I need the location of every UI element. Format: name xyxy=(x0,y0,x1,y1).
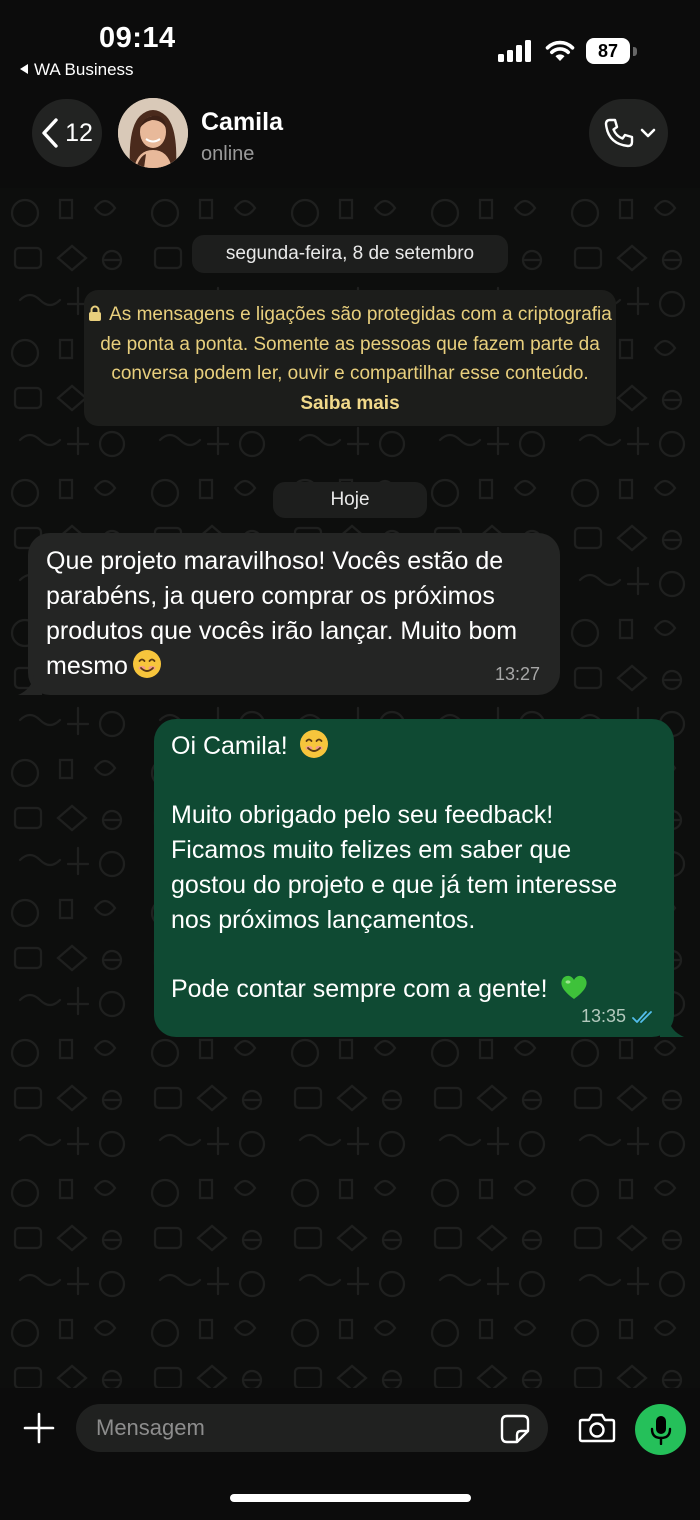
back-to-app-link[interactable]: WA Business xyxy=(20,60,134,80)
message-time: 13:27 xyxy=(494,664,540,684)
battery-level: 87 xyxy=(586,38,630,64)
message-text: Que projeto maravilhoso! Vocês estão de … xyxy=(46,544,546,684)
cellular-signal-icon xyxy=(498,40,531,62)
encryption-notice[interactable]: As mensagens e ligações são protegidas c… xyxy=(84,290,616,426)
incoming-message[interactable]: Que projeto maravilhoso! Vocês estão de … xyxy=(18,533,560,695)
sticker-icon[interactable] xyxy=(499,1413,531,1445)
chevron-down-icon xyxy=(640,128,655,138)
message-time: 13:35 xyxy=(580,1006,626,1026)
battery-indicator: 87 xyxy=(586,38,638,64)
back-triangle-icon xyxy=(20,64,28,74)
wifi-icon xyxy=(545,40,575,61)
greeting-text: Oi Camila! xyxy=(171,732,288,760)
message-line: Ficamos muito felizes em saber que xyxy=(171,836,572,864)
plus-icon[interactable] xyxy=(22,1411,56,1445)
today-separator: Hoje xyxy=(273,482,427,518)
call-button[interactable] xyxy=(589,99,668,167)
smiling-face-emoji xyxy=(299,730,328,758)
message-closing: Pode contar sempre com a gente! xyxy=(171,972,656,1007)
contact-avatar[interactable] xyxy=(118,98,188,168)
green-heart-emoji xyxy=(560,975,587,999)
message-input[interactable] xyxy=(76,1404,548,1452)
home-indicator[interactable] xyxy=(230,1494,471,1502)
phone-icon xyxy=(604,118,633,148)
chevron-left-icon xyxy=(42,118,58,148)
message-meta: 13:35 xyxy=(581,1006,656,1027)
microphone-icon xyxy=(650,1415,671,1445)
bubble-tail xyxy=(660,1017,684,1037)
lock-icon xyxy=(89,305,102,321)
contact-name[interactable]: Camila xyxy=(201,108,283,137)
outgoing-message[interactable]: Oi Camila! Muito obrigado pelo seu feedb… xyxy=(154,719,684,1037)
date-separator: segunda-feira, 8 de setembro xyxy=(192,235,508,273)
status-time: 09:14 xyxy=(99,22,176,54)
back-app-label: WA Business xyxy=(34,60,134,79)
back-button[interactable]: 12 xyxy=(32,99,102,167)
double-check-icon xyxy=(632,1010,652,1023)
message-line: gostou do projeto e que já tem interesse xyxy=(171,871,618,899)
smiling-face-emoji xyxy=(132,650,161,678)
contact-status: online xyxy=(201,143,255,165)
top-bar: 09:14 WA Business 87 12 Camila online xyxy=(0,0,700,188)
avatar-photo xyxy=(118,98,188,168)
message-line: nos próximos lançamentos. xyxy=(171,906,476,934)
message-body: Que projeto maravilhoso! Vocês estão de … xyxy=(46,547,518,680)
closing-text: Pode contar sempre com a gente! xyxy=(171,975,548,1003)
encryption-notice-text: As mensagens e ligações são protegidas c… xyxy=(100,304,612,384)
learn-more-link[interactable]: Saiba mais xyxy=(300,393,399,414)
camera-icon[interactable] xyxy=(578,1412,616,1444)
bubble-tail xyxy=(18,675,42,695)
message-line: Muito obrigado pelo seu feedback! xyxy=(171,801,554,829)
unread-count: 12 xyxy=(65,118,93,147)
message-greeting: Oi Camila! xyxy=(171,729,656,764)
voice-message-button[interactable] xyxy=(635,1404,686,1455)
